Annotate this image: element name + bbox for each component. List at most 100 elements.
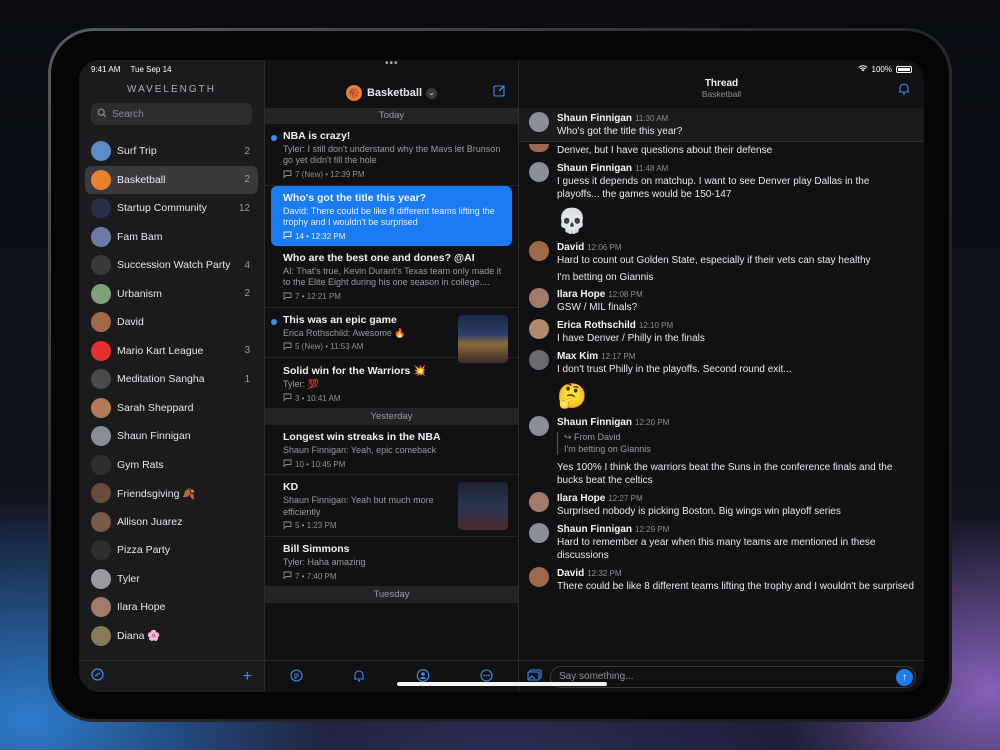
section-tuesday: Tuesday [265,587,518,603]
message-time: 12:32 PM [587,569,622,579]
message-text: GSW / MIL finals? [557,302,638,313]
thread-preview: Shaun Finnigan: Yeah, epic comeback [283,445,437,455]
yesterday-threads: Longest win streaks in the NBA Shaun Finn… [265,425,518,587]
message[interactable]: David 12:06 PM Hard to count out Golden St… [529,241,914,283]
sidebar-room[interactable]: Startup Community 12 [85,194,258,223]
sidebar-room[interactable]: Surf Trip 2 [85,137,258,166]
message-text: Hard to remember a year when this many t… [557,537,876,562]
filter-icon[interactable] [290,668,303,685]
comment-icon [283,170,292,180]
thread-meta: 5 • 1:23 PM [295,521,337,531]
reply-from: From David [574,432,621,442]
sidebar-room[interactable]: Ilara Hope [85,593,258,622]
thread-item[interactable]: NBA is crazy! Tyler: I still don't unders… [265,124,518,186]
settings-icon[interactable] [91,667,104,686]
chevron-down-icon: ⌄ [426,87,438,99]
sidebar-room[interactable]: Fam Bam [85,223,258,252]
message-text: I don't trust Philly in the playoffs. Se… [557,364,792,375]
sidebar-room[interactable]: Allison Juarez [85,508,258,537]
thread-title: Bill Simmons [283,542,350,555]
send-arrow-icon[interactable]: ↑ [896,668,913,686]
room-name: Pizza Party [117,544,171,557]
thread-title: Who are the best one and dones? @AI [283,252,475,264]
message-time: 12:20 PM [635,418,670,427]
message[interactable]: Max Kim 12:17 PM I don't trust Philly in t… [529,350,914,411]
sidebar-room[interactable]: Succession Watch Party 4 [85,251,258,280]
thread-meta: 3 • 10:41 AM [295,393,341,403]
sidebar-room[interactable]: Sarah Sheppard [85,394,258,423]
conversation-header: Thread Basketball [519,78,924,108]
message-text: Yes 100% I think the warriors beat the S… [557,462,893,487]
thread-item[interactable]: Longest win streaks in the NBA Shaun Finn… [265,425,518,476]
thread-meta: 5 (New) • 11:53 AM [295,342,364,352]
room-name: Mario Kart League [117,344,204,357]
room-avatar [91,369,111,390]
room-name: Allison Juarez [117,515,183,528]
avatar [529,492,549,513]
sidebar-room[interactable]: Diana 🌸 [85,622,258,651]
search-input[interactable]: Search [91,103,252,125]
message[interactable]: Shaun Finnigan 11:48 AM I guess it depends… [529,162,914,236]
sidebar-room[interactable]: Friendsgiving 🍂 [85,479,258,508]
thread-item[interactable]: This was an epic game Erica Rothschild: A… [265,308,518,363]
room-avatar [91,169,111,190]
avatar [529,288,549,308]
room-name: Basketball [117,173,166,186]
message-time: 11:48 AM [635,164,669,173]
message-time: 12:29 PM [635,525,670,535]
unread-dot [271,135,277,141]
comment-icon [283,393,292,403]
avatar [529,319,549,339]
sidebar-room[interactable]: Meditation Sangha 1 [85,365,258,394]
battery-icon [896,65,912,73]
app-name: WAVELENGTH [127,84,216,95]
sidebar-room[interactable]: Urbanism 2 [85,280,258,309]
message[interactable]: Ilara Hope 12:27 PM Surprised nobody is pi… [529,492,914,518]
thread-item[interactable]: Bill Simmons Tyler: Haha amazing 7 • 7:40 … [265,537,518,587]
sidebar-room[interactable]: Tyler [85,565,258,594]
thread-preview: David: There could be like 8 different t… [283,205,495,227]
room-name: Fam Bam [117,230,163,243]
sidebar-room[interactable]: Mario Kart League 3 [85,337,258,366]
room-name: Startup Community [117,202,207,215]
thread-title: Who's got the title this year? [283,191,427,204]
compose-icon[interactable] [493,84,506,100]
pinned-message[interactable]: Shaun Finnigan 11:30 AM Who's got the tit… [519,108,924,142]
room-unread-count: 2 [244,145,250,157]
room-name: Gym Rats [117,458,164,471]
message-time: 12:06 PM [587,243,622,252]
bell-icon[interactable] [353,669,365,685]
sidebar-room[interactable]: Shaun Finnigan [85,422,258,451]
search-placeholder: Search [112,108,144,120]
add-room-icon[interactable]: + [243,668,252,686]
message-text: Hard to count out Golden State, especial… [557,255,871,266]
screen: 9:41 AM Tue Sep 14 100% WAVELENGTH Searc… [79,60,924,692]
home-indicator[interactable] [397,682,607,686]
wifi-icon [858,64,868,74]
message[interactable]: Shaun Finnigan 12:20 PM ↪ From David I'm be… [529,416,914,487]
thread-item[interactable]: KD Shaun Finnigan: Yeah but much more eff… [265,475,518,537]
avatar [529,523,549,544]
thread-item[interactable]: Solid win for the Warriors 💥 Tyler: 💯 3 • … [265,358,518,409]
room-unread-count: 3 [244,345,250,357]
room-header[interactable]: 🏀 Basketball ⌄ [265,78,518,108]
notifications-bell-icon[interactable] [898,82,910,98]
message[interactable]: Erica Rothschild 12:10 PM I have Denver / … [529,319,914,345]
thread-list-pane: ••• 🏀 Basketball ⌄ Today NBA is crazy! Ty… [265,60,519,692]
thread-item[interactable]: Who's got the title this year? David: The… [271,185,512,246]
room-name: Ilara Hope [117,601,166,614]
thread-item[interactable]: Who are the best one and dones? @AI AI: T… [265,246,518,308]
sidebar-room[interactable]: Basketball 2 [85,165,258,194]
room-name: David [117,316,144,329]
message[interactable]: Ilara Hope 12:08 PM GSW / MIL finals? [529,288,914,314]
message[interactable]: Shaun Finnigan 12:29 PM Hard to remember a… [529,523,914,562]
sidebar-room[interactable]: Pizza Party [85,536,258,565]
sidebar-room[interactable]: Gym Rats [85,451,258,480]
message-time: 12:17 PM [601,352,636,361]
status-date: Tue Sep 14 [130,64,172,74]
quoted-reply[interactable]: ↪ From David I'm betting on Giannis [557,432,914,456]
room-avatar [91,312,111,333]
sidebar-room[interactable]: David [85,308,258,337]
message[interactable]: David 12:32 PM There could be like 8 diffe… [529,567,914,593]
thread-meta: 7 (New) • 12:39 PM [295,170,365,179]
